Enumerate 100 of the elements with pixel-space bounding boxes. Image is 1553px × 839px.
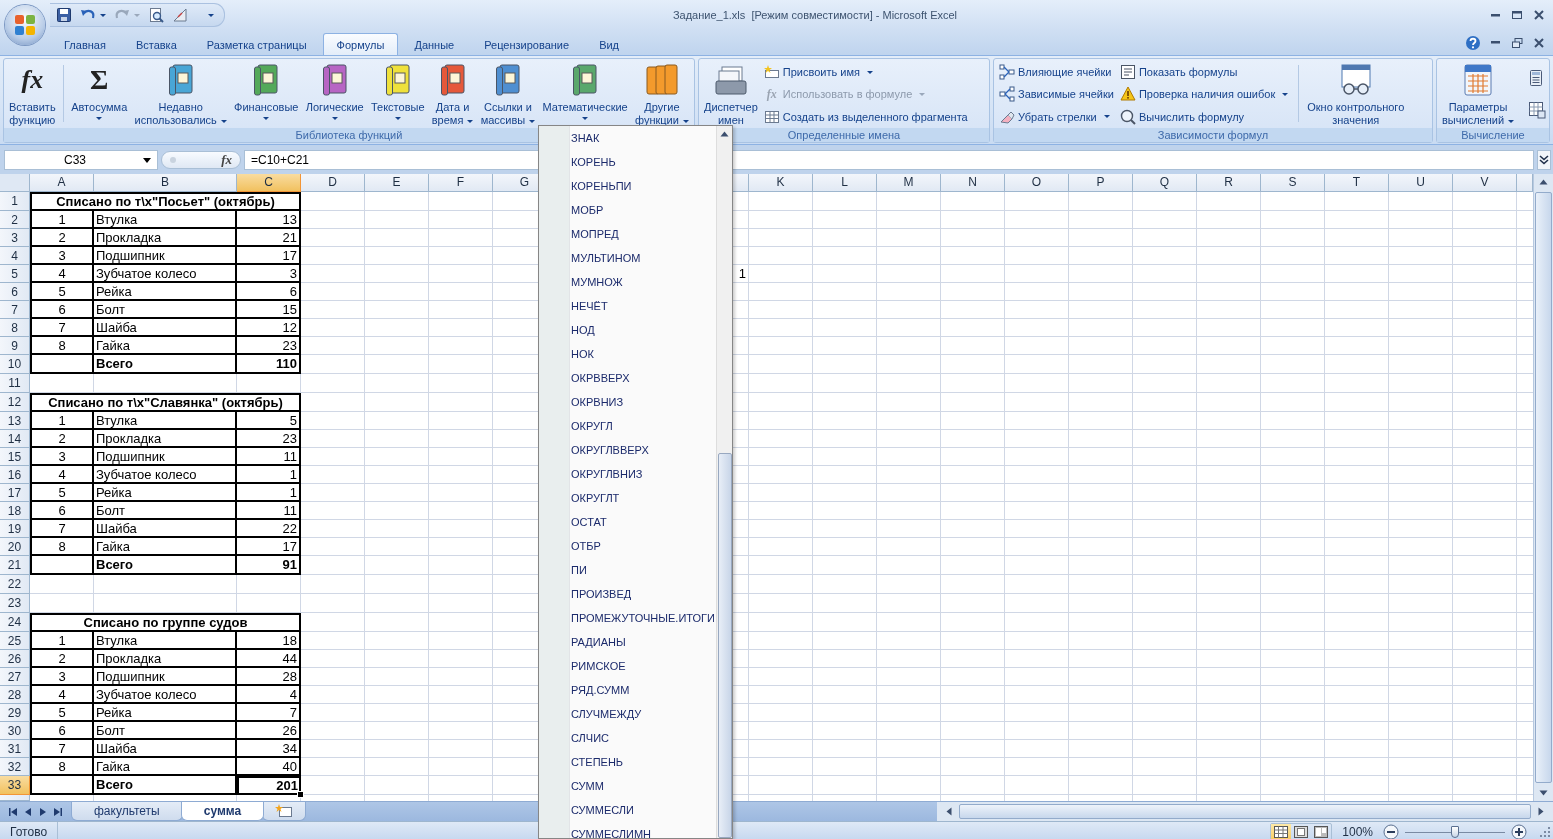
column-header[interactable]: C xyxy=(237,174,301,192)
ribbon-button[interactable]: Σ Автосумма xyxy=(69,61,130,128)
function-icon[interactable]: fx xyxy=(221,152,232,168)
menu-item[interactable]: ПРОИЗВЕД xyxy=(570,582,716,606)
menu-item[interactable]: ОКРУГЛВВЕРХ xyxy=(570,438,716,462)
ribbon-button[interactable]: Параметры вычислений xyxy=(1440,61,1517,128)
sheet-tab[interactable]: сумма xyxy=(180,802,265,821)
column-header[interactable]: S xyxy=(1261,174,1325,192)
menu-item[interactable]: МОПРЕД xyxy=(570,222,716,246)
row-header[interactable]: 16 xyxy=(0,466,30,484)
ribbon-button[interactable]: Логические xyxy=(303,61,366,128)
row-header[interactable]: 33 xyxy=(0,776,30,795)
menu-item[interactable]: СУММ xyxy=(570,774,716,798)
row-header[interactable]: 2 xyxy=(0,211,30,229)
column-header[interactable]: P xyxy=(1069,174,1133,192)
menu-item[interactable]: НОД xyxy=(570,318,716,342)
menu-item[interactable]: ПРОМЕЖУТОЧНЫЕ.ИТОГИ xyxy=(570,606,716,630)
zoom-out-button[interactable] xyxy=(1383,824,1399,839)
column-header[interactable]: O xyxy=(1005,174,1069,192)
ribbon-button[interactable]: Дата и время xyxy=(429,61,476,128)
name-box[interactable]: C33 xyxy=(4,150,158,170)
ribbon-tab[interactable]: Формулы xyxy=(322,33,399,55)
column-header[interactable]: L xyxy=(813,174,877,192)
column-header[interactable]: V xyxy=(1453,174,1517,192)
menu-item[interactable]: НОК xyxy=(570,342,716,366)
menu-item[interactable]: МУЛЬТИНОМ xyxy=(570,246,716,270)
row-header[interactable]: 10 xyxy=(0,355,30,374)
scroll-thumb[interactable] xyxy=(1535,192,1552,783)
ribbon-tab[interactable]: Рецензирование xyxy=(470,33,584,55)
ribbon-button[interactable]: Текстовые xyxy=(368,61,427,128)
column-header[interactable]: T xyxy=(1325,174,1389,192)
help-button[interactable] xyxy=(1463,33,1483,52)
ribbon-tab[interactable]: Данные xyxy=(400,33,469,55)
ribbon-button[interactable]: Зависимые ячейки xyxy=(999,84,1114,105)
column-header[interactable]: Q xyxy=(1133,174,1197,192)
sheet-tab[interactable]: факультеты xyxy=(71,802,183,821)
scroll-thumb[interactable] xyxy=(717,453,732,838)
row-header[interactable]: 28 xyxy=(0,686,30,704)
first-sheet-button[interactable] xyxy=(8,806,18,817)
ribbon-button[interactable]: Ссылки и массивы xyxy=(478,61,538,128)
ribbon-button[interactable]: Финансовые xyxy=(232,61,301,128)
ribbon-tab[interactable]: Разметка страницы xyxy=(192,33,321,55)
vertical-scrollbar[interactable] xyxy=(1533,174,1553,801)
row-header[interactable]: 25 xyxy=(0,632,30,650)
ribbon-button[interactable]: Влияющие ячейки xyxy=(999,61,1114,83)
row-header[interactable]: 29 xyxy=(0,704,30,722)
menu-item[interactable]: МУМНОЖ xyxy=(570,270,716,294)
column-header[interactable]: U xyxy=(1389,174,1453,192)
ribbon-button[interactable]: Создать из выделенного фрагмента xyxy=(763,106,968,128)
menu-item[interactable]: ОКРУГЛ xyxy=(570,414,716,438)
menu-item[interactable]: ОКРУГЛВНИЗ xyxy=(570,462,716,486)
row-header[interactable]: 26 xyxy=(0,650,30,668)
menu-item[interactable]: ОСТАТ xyxy=(570,510,716,534)
new-sheet-tab[interactable] xyxy=(262,802,307,821)
office-button[interactable] xyxy=(5,5,45,45)
last-sheet-button[interactable] xyxy=(53,806,63,817)
row-header[interactable]: 31 xyxy=(0,740,30,758)
menu-item[interactable]: НЕЧЁТ xyxy=(570,294,716,318)
column-header[interactable]: N xyxy=(941,174,1005,192)
row-header[interactable]: 21 xyxy=(0,556,30,575)
menu-item[interactable]: СЛЧИС xyxy=(570,726,716,750)
save-button[interactable] xyxy=(54,6,74,24)
previous-sheet-button[interactable] xyxy=(23,806,33,817)
menu-item[interactable]: ОКРВВЕРХ xyxy=(570,366,716,390)
column-header[interactable]: F xyxy=(429,174,493,192)
row-header[interactable]: 3 xyxy=(0,229,30,247)
row-header[interactable]: 18 xyxy=(0,502,30,520)
ribbon-tab[interactable]: Вид xyxy=(585,33,634,55)
menu-item[interactable]: КОРЕНЬПИ xyxy=(570,174,716,198)
view-button[interactable] xyxy=(1271,823,1292,839)
zoom-level[interactable]: 100% xyxy=(1342,825,1373,839)
menu-item[interactable]: ПИ xyxy=(570,558,716,582)
slider-thumb[interactable] xyxy=(1451,826,1459,838)
row-header[interactable]: 6 xyxy=(0,283,30,301)
row-header[interactable]: 8 xyxy=(0,319,30,337)
row-header[interactable]: 14 xyxy=(0,430,30,448)
row-header[interactable]: 11 xyxy=(0,374,30,393)
ribbon-button[interactable]: Вычислить формулу xyxy=(1119,106,1289,128)
menu-item[interactable]: ОТБР xyxy=(570,534,716,558)
ribbon-button[interactable]: Убрать стрелки xyxy=(999,106,1114,128)
row-header[interactable]: 15 xyxy=(0,448,30,466)
ribbon-icon-button[interactable] xyxy=(1528,101,1546,119)
menu-scrollbar[interactable] xyxy=(716,126,732,838)
ribbon-button[interactable]: Показать формулы xyxy=(1119,61,1289,83)
row-header[interactable]: 19 xyxy=(0,520,30,538)
column-header[interactable]: B xyxy=(94,174,237,192)
row-header[interactable]: 1 xyxy=(0,192,30,211)
row-header[interactable]: 30 xyxy=(0,722,30,740)
ribbon-tab[interactable]: Главная xyxy=(50,33,120,55)
row-header[interactable]: 12 xyxy=(0,393,30,412)
menu-item[interactable]: СЛУЧМЕЖДУ xyxy=(570,702,716,726)
menu-item[interactable]: РИМСКОЕ xyxy=(570,654,716,678)
column-header[interactable]: A xyxy=(30,174,94,192)
zoom-in-button[interactable] xyxy=(1511,824,1527,839)
menu-item[interactable]: ОКРВНИЗ xyxy=(570,390,716,414)
menu-item[interactable]: РАДИАНЫ xyxy=(570,630,716,654)
row-header[interactable]: 4 xyxy=(0,247,30,265)
ribbon-button[interactable]: Окно контрольного значения xyxy=(1305,61,1407,128)
horizontal-scrollbar[interactable] xyxy=(937,802,1553,821)
column-header[interactable]: E xyxy=(365,174,429,192)
